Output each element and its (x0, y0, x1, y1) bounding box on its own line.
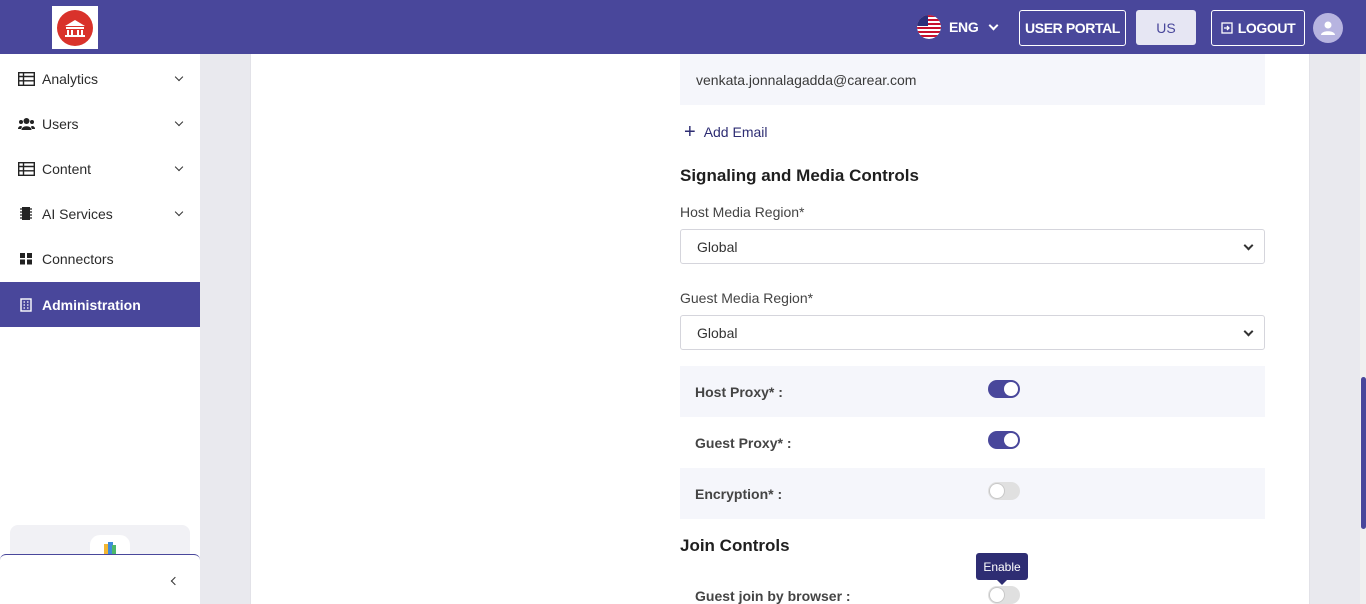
tooltip-text: Enable (983, 559, 1021, 574)
sidebar-item-label: Analytics (42, 70, 99, 87)
chevron-down-icon (174, 72, 184, 82)
top-header: ENG USER PORTAL US LOGOUT (0, 0, 1366, 54)
email-value: venkata.jonnalagadda@carear.com (696, 71, 917, 88)
logout-button[interactable]: LOGOUT (1211, 10, 1305, 46)
sidebar: Analytics Users Content AI Services Conn… (0, 54, 200, 604)
guest-proxy-row: Guest Proxy* : (680, 417, 1265, 468)
sidebar-item-label: Administration (42, 296, 141, 313)
language-label: ENG (949, 19, 979, 35)
logout-label: LOGOUT (1237, 20, 1296, 36)
chip-icon (17, 206, 35, 222)
encryption-label: Encryption* : (695, 485, 783, 502)
chevron-down-icon (1243, 326, 1254, 337)
guest-proxy-label: Guest Proxy* : (695, 434, 792, 451)
building-icon (17, 297, 35, 313)
sidebar-item-label: Users (42, 115, 79, 132)
guest-proxy-toggle[interactable] (988, 431, 1020, 449)
region-button[interactable]: US (1136, 10, 1196, 45)
table-icon (17, 161, 35, 177)
host-proxy-toggle[interactable] (988, 380, 1020, 398)
us-flag-icon (917, 15, 941, 39)
add-email-label: Add Email (703, 124, 768, 140)
person-icon (1321, 21, 1335, 35)
sidebar-item-label: Connectors (42, 250, 114, 267)
sidebar-item-administration[interactable]: Administration (0, 282, 200, 327)
toggle-knob (1004, 433, 1018, 447)
scrollbar-thumb[interactable] (1361, 377, 1366, 529)
sidebar-item-label: AI Services (42, 205, 113, 222)
chevron-down-icon (174, 207, 184, 217)
logout-icon (1221, 22, 1233, 34)
host-media-region-value: Global (697, 238, 738, 255)
email-list-item: venkata.jonnalagadda@carear.com (680, 54, 1265, 105)
guest-media-region-select[interactable]: Global (680, 315, 1265, 350)
host-media-region-select[interactable]: Global (680, 229, 1265, 264)
sidebar-collapse-bar (0, 554, 200, 604)
add-email-button[interactable]: + Add Email (684, 121, 768, 143)
user-avatar[interactable] (1313, 13, 1343, 43)
toggle-knob (990, 588, 1004, 602)
chevron-down-icon (989, 20, 999, 30)
guest-join-label: Guest join by browser : (695, 588, 851, 604)
sidebar-item-analytics[interactable]: Analytics (0, 56, 200, 101)
toggle-knob (1004, 382, 1018, 396)
chevron-down-icon (174, 162, 184, 172)
host-proxy-label: Host Proxy* : (695, 383, 783, 400)
join-controls-section-title: Join Controls (680, 536, 790, 555)
sidebar-item-users[interactable]: Users (0, 101, 200, 146)
sidebar-item-ai-services[interactable]: AI Services (0, 191, 200, 236)
guest-join-row: Guest join by browser : (680, 572, 1265, 604)
app-logo[interactable] (52, 6, 98, 49)
guest-media-region-label: Guest Media Region* (680, 290, 814, 306)
sidebar-item-label: Content (42, 160, 92, 177)
encryption-toggle[interactable] (988, 482, 1020, 500)
signaling-section-title: Signaling and Media Controls (680, 166, 919, 185)
user-portal-button[interactable]: USER PORTAL (1019, 10, 1126, 46)
host-proxy-row: Host Proxy* : (680, 366, 1265, 417)
chevron-down-icon (1243, 240, 1254, 251)
encryption-row: Encryption* : (680, 468, 1265, 519)
guest-join-toggle[interactable] (988, 586, 1020, 604)
plus-icon: + (684, 121, 696, 143)
sidebar-item-content[interactable]: Content (0, 146, 200, 191)
users-icon (17, 116, 35, 132)
language-selector[interactable]: ENG (917, 14, 999, 40)
building-logo-icon (65, 19, 85, 37)
guest-media-region-value: Global (697, 324, 738, 341)
enable-tooltip: Enable (976, 553, 1028, 585)
logo-mark (57, 9, 93, 46)
table-icon (17, 71, 35, 87)
toggle-knob (990, 484, 1004, 498)
sidebar-item-connectors[interactable]: Connectors (0, 236, 200, 281)
chevron-down-icon (174, 117, 184, 127)
grid-icon (17, 251, 35, 267)
chevron-left-icon[interactable] (170, 576, 180, 586)
host-media-region-label: Host Media Region* (680, 204, 805, 220)
